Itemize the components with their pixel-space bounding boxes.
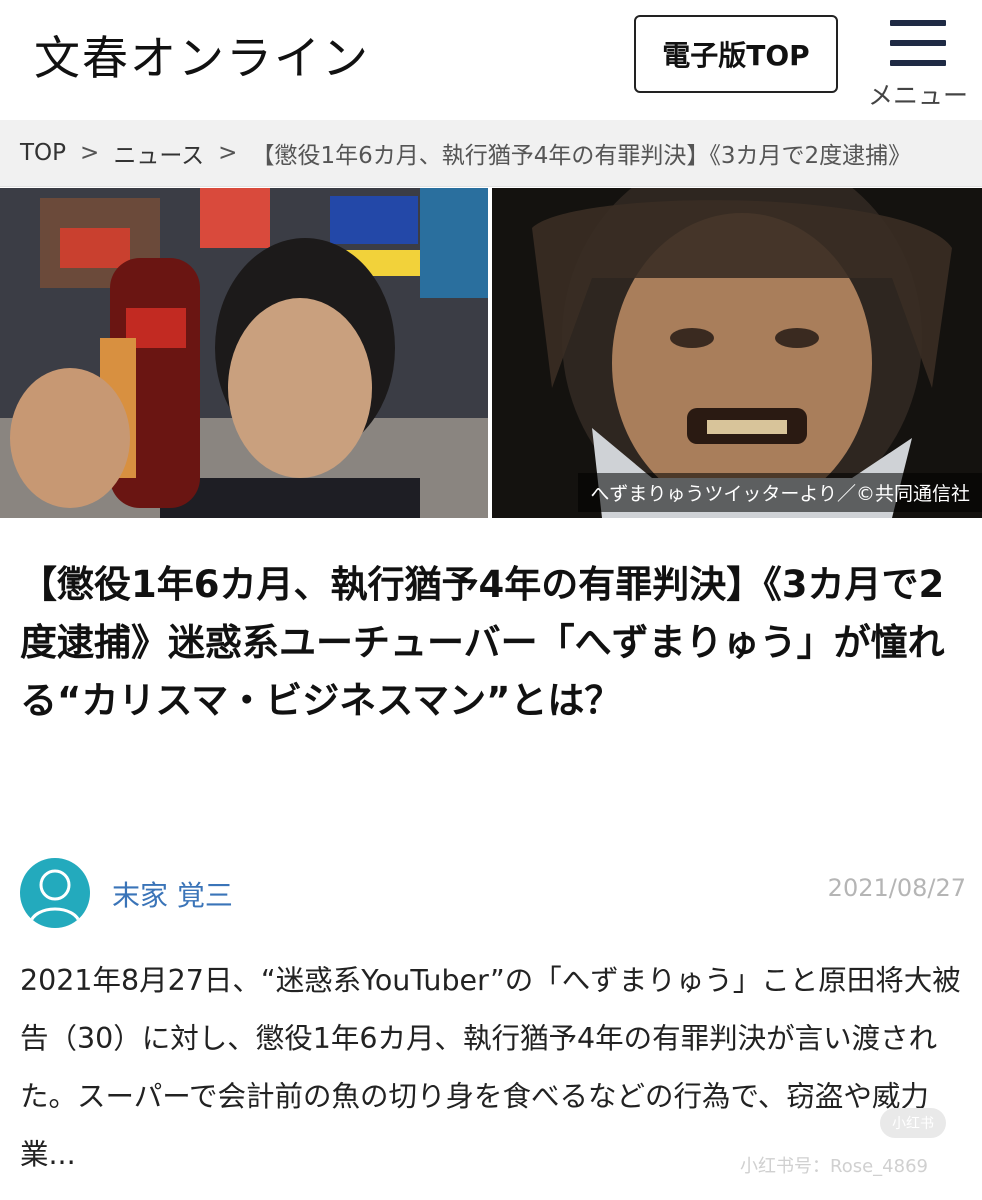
- site-logo[interactable]: 文春オンライン: [34, 22, 370, 88]
- author-row: 末家 覚三 2021/08/27: [20, 858, 966, 930]
- press-photo-illustration: [492, 188, 982, 518]
- publish-date: 2021/08/27: [827, 874, 966, 902]
- breadcrumb-current: 【懲役1年6カ月、執行猶予4年の有罪判決】《3カ月で2度逮捕》: [251, 143, 912, 169]
- street-selfie-illustration: [0, 188, 488, 518]
- site-header: 文春オンライン 電子版TOP メニュー: [0, 0, 982, 118]
- breadcrumb-separator: >: [80, 140, 100, 166]
- hero-image: へずまりゅうツイッターより／©共同通信社: [0, 188, 982, 518]
- author-name-link[interactable]: 末家 覚三: [112, 874, 233, 914]
- breadcrumb-top-link[interactable]: TOP: [0, 140, 66, 166]
- breadcrumb-news-link[interactable]: ニュース: [113, 136, 204, 170]
- article-lead: 2021年8月27日、“迷惑系YouTuber”の「へずまりゅう」こと原田将大被…: [20, 964, 961, 1171]
- watermark-badge: 小红书: [880, 1108, 946, 1138]
- menu-button[interactable]: メニュー: [862, 14, 974, 114]
- digital-edition-top-button[interactable]: 電子版TOP: [634, 15, 838, 93]
- hero-caption: へずまりゅうツイッターより／©共同通信社: [578, 473, 982, 512]
- breadcrumb: TOP > ニュース > 【懲役1年6カ月、執行猶予4年の有罪判決】《3カ月で2…: [0, 120, 982, 187]
- watermark: 小红书号：Rose_4869: [740, 1156, 928, 1177]
- author-avatar-icon[interactable]: [20, 858, 90, 928]
- article-title: 【懲役1年6カ月、執行猶予4年の有罪判決】《3カ月で2度逮捕》迷惑系ユーチューバ…: [20, 563, 945, 722]
- menu-label: メニュー: [867, 81, 968, 110]
- hero-photo-press: [492, 188, 982, 518]
- breadcrumb-separator: >: [218, 140, 238, 166]
- hero-photo-street-selfie: [0, 188, 488, 518]
- hamburger-icon: [890, 20, 946, 66]
